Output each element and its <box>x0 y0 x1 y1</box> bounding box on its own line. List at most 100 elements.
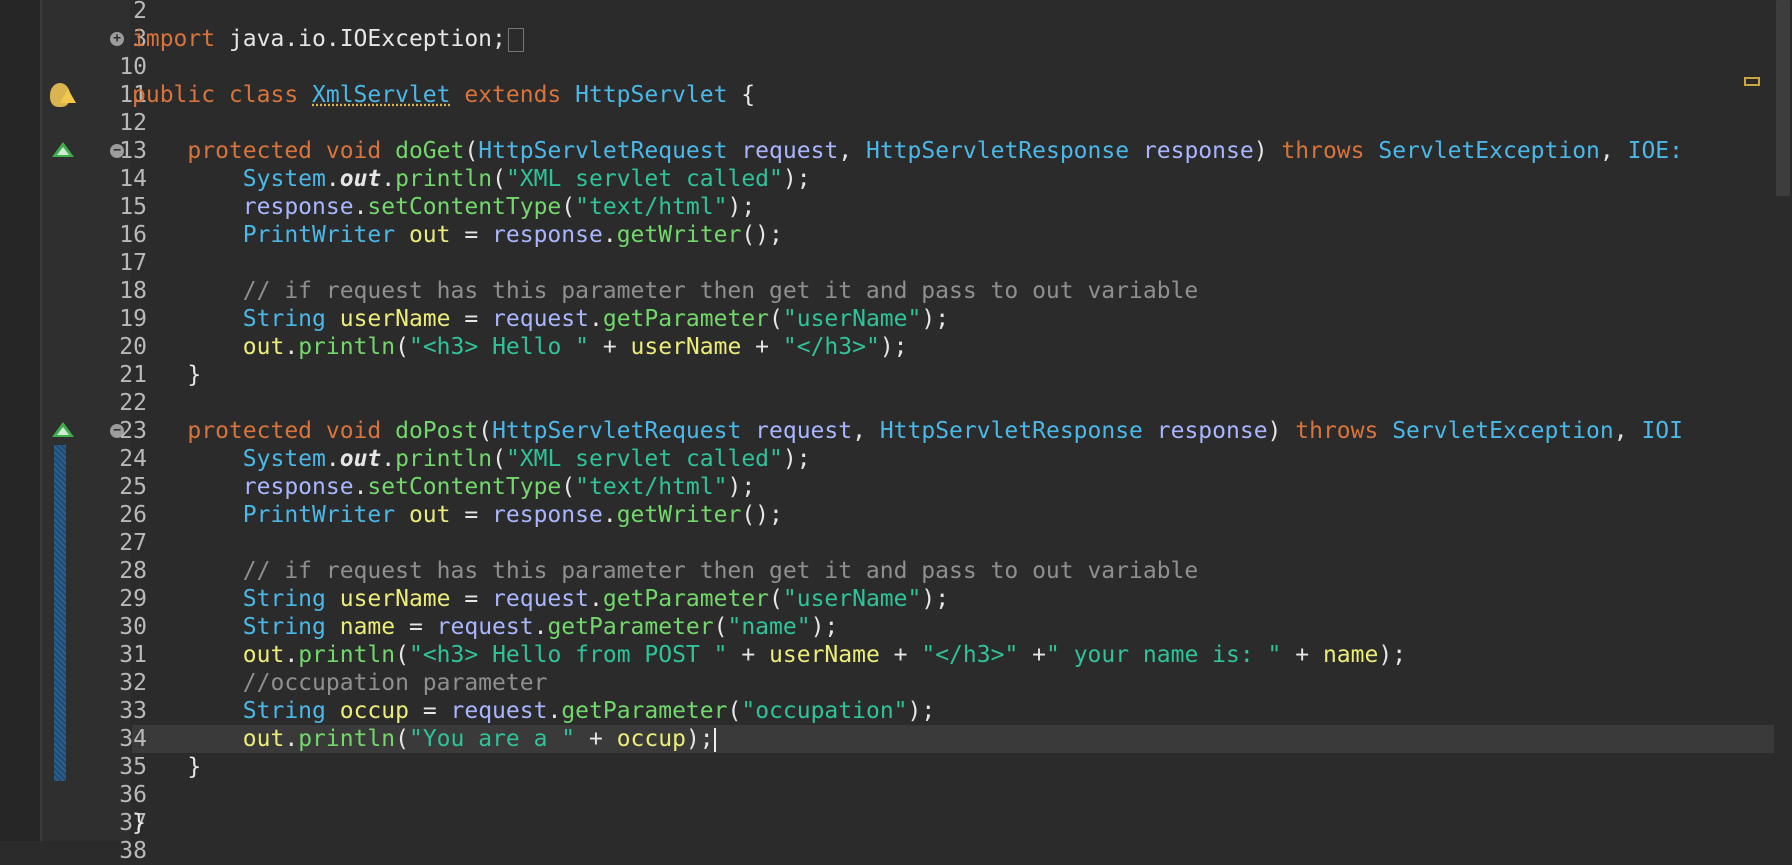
code-text[interactable]: } <box>132 809 146 837</box>
code-token: "userName" <box>782 586 922 612</box>
code-token: name <box>339 614 396 640</box>
code-line[interactable]: 37} <box>42 809 1742 837</box>
code-token: userName <box>769 642 880 668</box>
code-text[interactable]: out.println("<h3> Hello from POST " + us… <box>132 641 1406 669</box>
line-number: 27 <box>119 530 147 556</box>
scrollbar-thumb[interactable] <box>1776 0 1790 196</box>
code-token: protected void <box>132 138 396 164</box>
code-line[interactable]: 33 String occup = request.getParameter("… <box>42 697 1742 725</box>
code-text[interactable]: } <box>132 753 201 781</box>
code-text[interactable]: System.out.println("XML servlet called")… <box>132 445 811 473</box>
code-token: . <box>588 306 603 332</box>
overview-ruler-warning-marker[interactable] <box>1744 77 1760 86</box>
code-line[interactable]: +3 import java.io.IOException; <box>42 25 1742 53</box>
code-line[interactable]: 26 PrintWriter out = response.getWriter(… <box>42 501 1742 529</box>
code-token: getWriter <box>616 222 742 248</box>
code-text[interactable]: String occup = request.getParameter("occ… <box>132 697 935 725</box>
code-line[interactable]: 16 PrintWriter out = response.getWriter(… <box>42 221 1742 249</box>
code-token: + <box>1018 642 1046 668</box>
code-token: out <box>132 726 285 752</box>
code-line[interactable]: 34 out.println("You are a " + occup); <box>42 725 1780 753</box>
code-line[interactable]: 36 <box>42 781 1742 809</box>
code-token: setContentType <box>367 474 562 500</box>
code-token: HttpServletRequest <box>492 418 756 444</box>
code-token: . <box>602 502 617 528</box>
code-line[interactable]: 22 <box>42 389 1742 417</box>
code-line[interactable]: 21 } <box>42 361 1742 389</box>
code-token: . <box>284 334 299 360</box>
code-line[interactable]: 2 <box>42 0 1742 25</box>
code-line[interactable]: 15 response.setContentType("text/html"); <box>42 193 1742 221</box>
code-text[interactable]: } <box>132 361 201 389</box>
code-token: IOE: <box>1627 138 1683 164</box>
code-token: ); <box>727 194 756 220</box>
line-number: 12 <box>119 110 147 136</box>
code-token: userName <box>339 586 451 612</box>
code-line[interactable]: 10 <box>42 53 1742 81</box>
code-text[interactable]: response.setContentType("text/html"); <box>132 473 755 501</box>
code-line[interactable]: 12 <box>42 109 1742 137</box>
code-token: . <box>533 614 548 640</box>
code-token: userName <box>339 306 451 332</box>
code-token: . <box>284 642 299 668</box>
code-token: ( <box>769 586 783 612</box>
code-line[interactable]: 29 String userName = request.getParamete… <box>42 585 1742 613</box>
code-text[interactable]: import java.io.IOException; <box>132 25 524 53</box>
code-text[interactable]: String name = request.getParameter("name… <box>132 613 839 641</box>
code-line[interactable]: 31 out.println("<h3> Hello from POST " +… <box>42 641 1742 669</box>
code-text[interactable]: System.out.println("XML servlet called")… <box>132 165 811 193</box>
code-token: String <box>132 614 340 640</box>
code-token: + <box>1281 642 1323 668</box>
code-text[interactable]: // if request has this parameter then ge… <box>132 557 1198 585</box>
vertical-scrollbar[interactable] <box>1774 0 1792 841</box>
code-line[interactable]: 38 <box>42 837 1742 865</box>
code-line[interactable]: 11 public class XmlServlet extends HttpSe… <box>42 81 1742 109</box>
code-token: response <box>132 474 354 500</box>
code-line[interactable]: 30 String name = request.getParameter("n… <box>42 613 1742 641</box>
code-token: ( <box>492 446 506 472</box>
code-text[interactable]: // if request has this parameter then ge… <box>132 277 1198 305</box>
code-text[interactable]: out.println("You are a " + occup); <box>132 725 716 753</box>
code-text[interactable]: protected void doGet(HttpServletRequest … <box>132 137 1683 165</box>
quick-diff-change-bar <box>54 697 66 725</box>
code-line[interactable]: 24 System.out.println("XML servlet calle… <box>42 445 1742 473</box>
code-line[interactable]: 20 out.println("<h3> Hello " + userName … <box>42 333 1742 361</box>
code-text[interactable]: out.println("<h3> Hello " + userName + "… <box>132 333 908 361</box>
code-token: println <box>298 642 396 668</box>
code-token: ( <box>492 166 506 192</box>
collapsed-code-box[interactable] <box>507 27 524 52</box>
code-token: , <box>1599 138 1628 164</box>
code-token: ( <box>395 334 409 360</box>
code-line[interactable]: 17 <box>42 249 1742 277</box>
code-line[interactable]: −23 protected void doPost(HttpServletReq… <box>42 417 1742 445</box>
code-line[interactable]: 35 } <box>42 753 1742 781</box>
code-token: getParameter <box>602 306 770 332</box>
code-token: IOI <box>1641 418 1683 444</box>
code-token: request <box>492 306 589 332</box>
code-line[interactable]: 28 // if request has this parameter then… <box>42 557 1742 585</box>
code-text[interactable]: String userName = request.getParameter("… <box>132 305 949 333</box>
code-text[interactable]: String userName = request.getParameter("… <box>132 585 949 613</box>
code-text[interactable]: protected void doPost(HttpServletRequest… <box>132 417 1683 445</box>
code-line[interactable]: 18 // if request has this parameter then… <box>42 277 1742 305</box>
code-text[interactable]: //occupation parameter <box>132 669 548 697</box>
code-token: out <box>339 446 382 472</box>
code-line[interactable]: −13 protected void doGet(HttpServletRequ… <box>42 137 1742 165</box>
code-line[interactable]: 14 System.out.println("XML servlet calle… <box>42 165 1742 193</box>
code-token: out <box>132 642 285 668</box>
code-token: } <box>132 810 146 836</box>
code-editor[interactable]: 2 +3 import java.io.IOException; 10 11 public… <box>42 0 1780 865</box>
code-text[interactable]: response.setContentType("text/html"); <box>132 193 755 221</box>
code-line[interactable]: 32 //occupation parameter <box>42 669 1742 697</box>
code-token: request <box>741 138 839 164</box>
code-token: . <box>381 166 396 192</box>
code-line[interactable]: 19 String userName = request.getParamete… <box>42 305 1742 333</box>
code-text[interactable]: PrintWriter out = response.getWriter(); <box>132 501 783 529</box>
code-text[interactable]: public class XmlServlet extends HttpServ… <box>132 81 755 109</box>
code-token: ( <box>561 474 576 500</box>
code-token: throws <box>1295 418 1393 444</box>
code-token: = <box>450 306 493 332</box>
code-line[interactable]: 25 response.setContentType("text/html"); <box>42 473 1742 501</box>
code-text[interactable]: PrintWriter out = response.getWriter(); <box>132 221 783 249</box>
code-line[interactable]: 27 <box>42 529 1742 557</box>
